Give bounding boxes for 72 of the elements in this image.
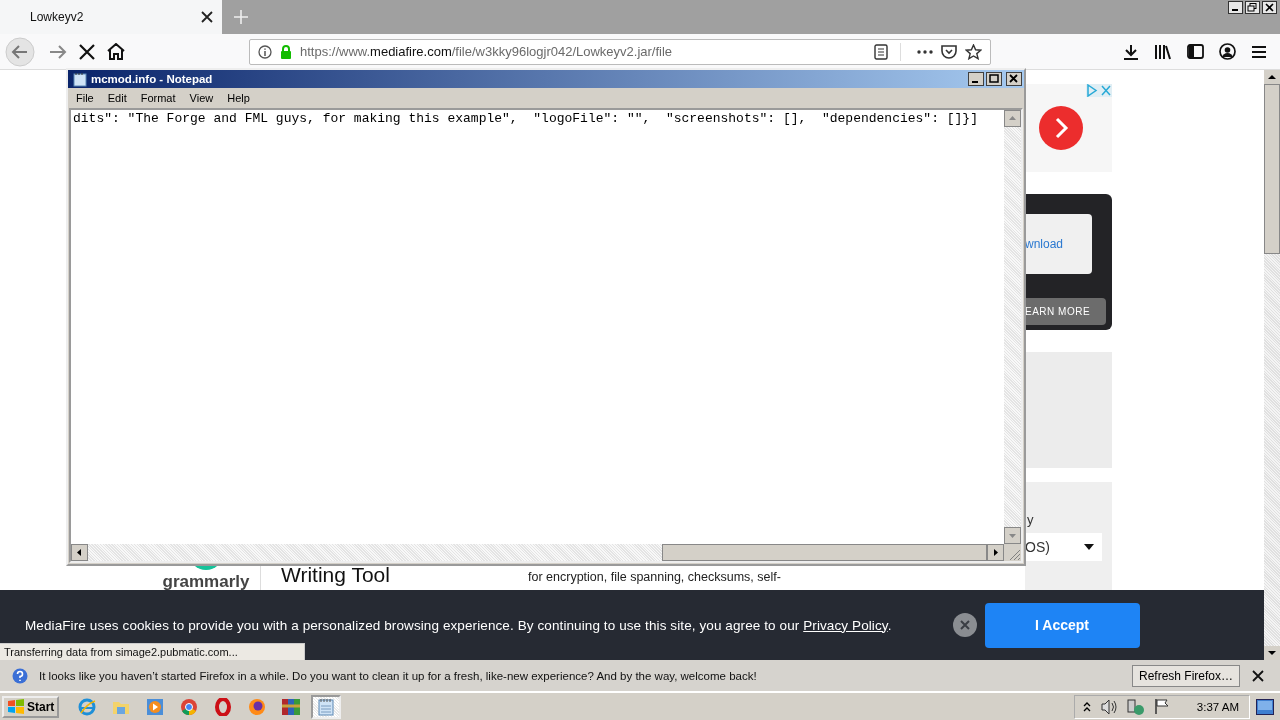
books-icon [281,697,302,716]
notification-text: It looks like you haven’t started Firefox in a while. Do you want to clean it up for a fresh, like-new experience? And by the way, welcome back! [39,669,757,682]
windows-flag-icon [7,698,25,715]
reader-view-icon[interactable] [874,43,888,60]
library-icon[interactable] [1154,43,1172,60]
scroll-up-icon[interactable] [1264,70,1280,84]
os-select[interactable]: OS) [1025,533,1102,561]
home-icon[interactable] [107,43,125,60]
account-icon[interactable] [1219,43,1236,60]
minimize-icon[interactable] [1228,1,1243,14]
stop-icon[interactable] [79,43,95,60]
download-icon[interactable] [1123,43,1139,60]
notepad-icon [318,697,335,716]
forward-icon[interactable] [49,43,67,60]
flag-icon[interactable] [1153,698,1170,715]
maximize-icon[interactable] [986,72,1002,86]
show-desktop-icon[interactable] [1256,698,1274,715]
menu-icon[interactable] [1251,44,1267,59]
browser-tab[interactable]: Lowkeyv2 [0,0,222,34]
restore-icon[interactable] [1245,1,1260,14]
ring-icon [214,697,233,716]
label-text: y [1027,512,1035,527]
refresh-firefox-button[interactable]: Refresh Firefox… [1131,664,1240,687]
menu-item[interactable]: Format [133,92,183,104]
chevron-up-icon[interactable] [1082,701,1091,712]
privacy-policy-link[interactable]: Privacy Policy [803,617,888,633]
lock-icon [280,44,292,59]
arrow-button-icon[interactable] [1037,105,1084,151]
more-icon[interactable] [917,49,933,54]
menu-item[interactable]: View [182,92,221,104]
close-icon[interactable] [1262,1,1277,14]
play-icon [146,697,165,716]
scrollbar[interactable] [1264,70,1280,660]
info-icon[interactable] [258,44,272,59]
scroll-thumb[interactable] [662,544,987,561]
notepad-icon [73,71,87,87]
product-heading: Writing Tool [281,563,391,587]
close-icon[interactable] [1252,669,1264,682]
scroll-right-icon[interactable] [987,544,1004,561]
status-text: Transferring data from simage2.pubmatic.com... [0,643,305,660]
menu-item[interactable]: Help [220,92,257,104]
scroll-down-icon[interactable] [1264,646,1280,660]
scroll-thumb[interactable] [1264,84,1280,254]
accept-button[interactable]: I Accept [984,602,1140,648]
cookie-notice: MediaFire uses cookies to provide you with a personalized browsing experience. By continuing to use this site, you agree to our Privacy Policy. [25,617,892,633]
help-icon [12,667,28,684]
close-icon[interactable] [1006,72,1022,86]
scroll-left-icon[interactable] [71,544,88,561]
taskbar-button[interactable] [311,694,342,719]
star-icon[interactable] [965,43,982,60]
sidebar-icon[interactable] [1187,44,1204,59]
network-icon[interactable] [1126,697,1145,716]
clock-text: 3:37 AM [1196,700,1239,713]
caret-icon [1084,544,1094,550]
download-link[interactable]: wnload [1025,237,1064,251]
speaker-icon[interactable] [1099,698,1118,715]
window-title: mcmod.info - Notepad [91,73,214,85]
description-text: for encryption, file spanning, checksums, self- [528,570,781,584]
brand-logo: grammarly [162,572,250,592]
learn-more-button[interactable]: EARN MORE [1025,298,1106,325]
globe-icon [78,697,97,716]
address-bar[interactable]: https://www.mediafire.com/file/w3kky96logjr042/Lowkeyv2.jar/file [249,38,991,65]
close-icon[interactable] [201,11,213,23]
back-icon[interactable] [3,36,37,67]
ball-icon [180,697,199,716]
menu-item[interactable]: File [69,92,101,104]
menu-item[interactable]: Edit [100,92,134,104]
minimize-icon[interactable] [968,72,984,86]
text-content: dits": "The Forge and FML guys, for making this example", "logoFile": "", "screenshots": [], "dependencies": []}] [72,110,979,128]
start-button[interactable]: Start [2,695,60,718]
orb-icon [248,697,267,716]
pocket-icon[interactable] [941,44,957,59]
